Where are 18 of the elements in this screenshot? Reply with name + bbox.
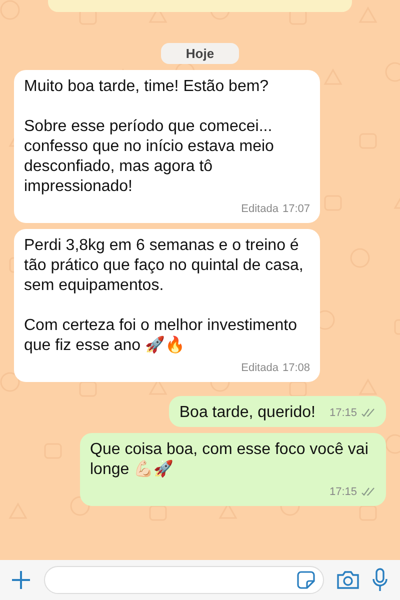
- message-text: Com certeza foi o melhor investimento que fiz esse ano 🚀🔥: [24, 316, 298, 356]
- message-time: 17:07: [282, 202, 310, 217]
- message-text: Perdi 3,8kg em 6 semanas e o treino é tão prático que faço no quintal de casa, sem equipamentos.: [24, 236, 304, 296]
- microphone-icon[interactable]: [372, 568, 388, 592]
- message-time: 17:15: [329, 485, 357, 500]
- edited-label: Editada: [241, 361, 278, 376]
- plus-icon[interactable]: [10, 569, 32, 591]
- camera-icon[interactable]: [336, 570, 360, 590]
- message-text: Boa tarde, querido!: [179, 403, 316, 423]
- message-text: Que coisa boa, com esse foco você vai longe 💪🏻🚀: [90, 440, 370, 480]
- message-text: Muito boa tarde, time! Estão bem?: [24, 77, 270, 97]
- sticker-icon[interactable]: [297, 571, 315, 589]
- date-chip: Hoje: [160, 43, 240, 64]
- message-input[interactable]: [44, 566, 324, 594]
- message-time: 17:15: [329, 406, 357, 421]
- message-time: 17:08: [282, 361, 310, 376]
- edited-label: Editada: [241, 202, 278, 217]
- message-text: Sobre esse período que comecei... confesso que no início estava meio desconfiado, mas agora tô impressionado!: [24, 117, 275, 197]
